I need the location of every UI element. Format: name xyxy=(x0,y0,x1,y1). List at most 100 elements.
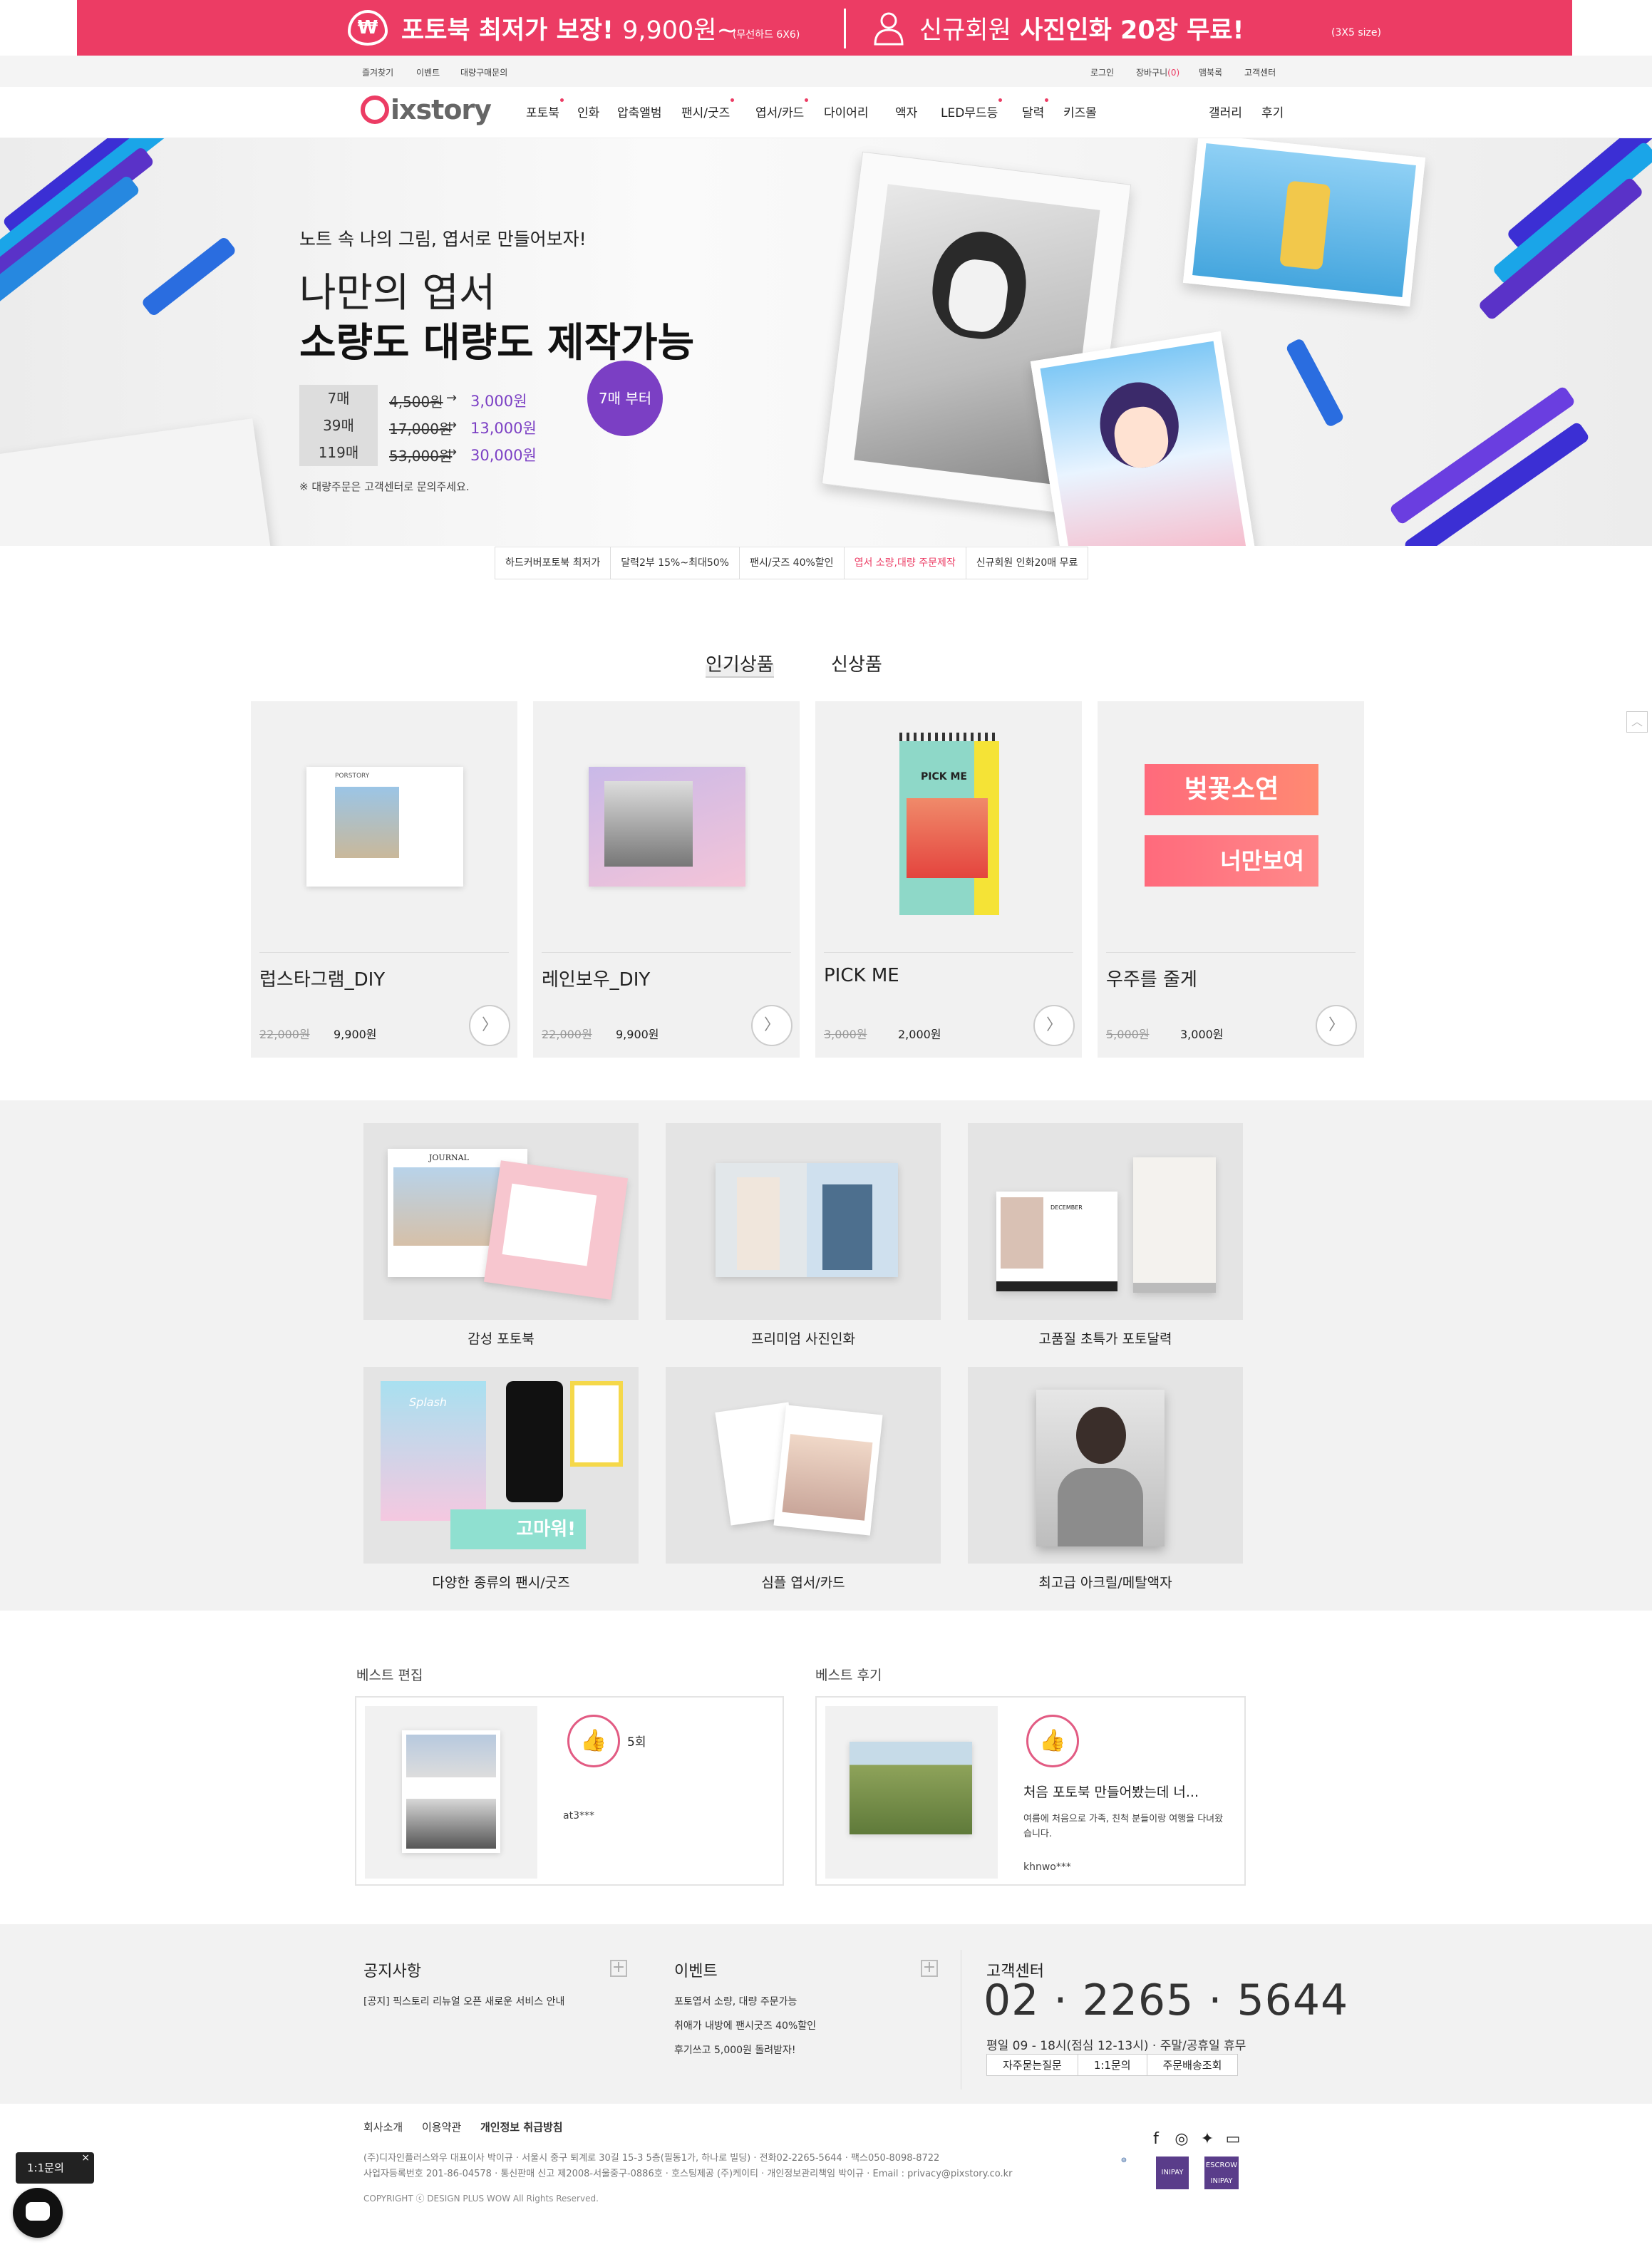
chat-label[interactable]: 1:1문의 × xyxy=(16,2152,94,2184)
blog-icon[interactable]: ▭ xyxy=(1224,2131,1241,2148)
facebook-icon[interactable]: f xyxy=(1147,2131,1165,2148)
notice-item[interactable]: [공지] 픽스토리 리뉴얼 오픈 새로운 서비스 안내 xyxy=(363,1994,627,2008)
nav-postcard[interactable]: 엽서/카드 xyxy=(755,98,809,120)
nav-diary[interactable]: 다이어리 xyxy=(824,103,869,120)
cart-link[interactable]: 장바구니(0) xyxy=(1136,66,1179,78)
site-logo[interactable]: ixstory xyxy=(361,94,492,126)
product-price: 9,900원 xyxy=(334,1028,377,1041)
promo-chip-active[interactable]: 엽서 소량,대량 주문제작 xyxy=(844,547,966,579)
chat-button[interactable] xyxy=(13,2188,63,2238)
footer-link-privacy[interactable]: 개인정보 취급방침 xyxy=(480,2121,579,2134)
top-promo-banner[interactable]: ₩ 포토북 최저가 보장! 9,900원~ (무선하드 6X6) 신규회원 사진… xyxy=(77,0,1572,56)
product-card[interactable]: 레인보우_DIY 22,000원 9,900원 〉 xyxy=(533,701,800,1058)
product-old-price: 3,000원 xyxy=(824,1028,867,1041)
category-card[interactable]: 최고급 아크릴/메탈액자 xyxy=(968,1367,1243,1591)
arrow-icon: → xyxy=(446,391,458,406)
category-card[interactable]: JOURNAL 감성 포토북 xyxy=(363,1123,639,1348)
product-name: 레인보우_DIY xyxy=(542,969,651,991)
hero-title-line1: 나만의 엽서 xyxy=(299,270,496,316)
product-price: 2,000원 xyxy=(898,1028,941,1041)
sitemap-link[interactable]: 맴북록 xyxy=(1199,66,1222,78)
plus-icon[interactable]: + xyxy=(921,1960,938,1977)
hero-subtitle: 노트 속 나의 그림, 엽서로 만들어보자! xyxy=(299,229,587,249)
nav-calendar[interactable]: 달력 xyxy=(1022,98,1049,120)
faq-button[interactable]: 자주묻는질문 xyxy=(986,2054,1078,2076)
category-card[interactable]: 심플 엽서/카드 xyxy=(666,1367,941,1591)
nav-album[interactable]: 압축앨범 xyxy=(617,103,662,120)
inquiry-button[interactable]: 1:1문의 xyxy=(1077,2054,1147,2076)
nav-gallery[interactable]: 갤러리 xyxy=(1209,103,1242,120)
hero-banner[interactable]: 노트 속 나의 그림, 엽서로 만들어보자! 나만의 엽서 소량도 대량도 제작… xyxy=(0,138,1652,546)
product-name: 럽스타그램_DIY xyxy=(259,969,386,991)
thumbs-up-icon[interactable]: 👍 xyxy=(567,1715,620,1767)
nav-fancy[interactable]: 팬시/굿즈 xyxy=(681,98,735,120)
promo-chip[interactable]: 달력2부 15%~최대50% xyxy=(611,547,740,579)
banner-divider xyxy=(844,9,846,48)
bulk-order-link[interactable]: 대량구매문의 xyxy=(460,66,507,78)
close-icon[interactable]: × xyxy=(81,2142,90,2174)
category-image xyxy=(968,1367,1243,1564)
hero-badge: 7매 부터 xyxy=(587,361,663,436)
footer-link-terms[interactable]: 이용약관 xyxy=(422,2121,477,2134)
customer-center-link[interactable]: 고객센터 xyxy=(1244,66,1276,78)
cart-count: (0) xyxy=(1167,68,1180,78)
promo-chip[interactable]: 신규회원 인화20매 무료 xyxy=(966,547,1088,579)
product-card[interactable]: PORSTORY 럽스타그램_DIY 22,000원 9,900원 〉 xyxy=(251,701,517,1058)
chevron-right-icon[interactable]: 〉 xyxy=(1316,1005,1357,1046)
customer-center-buttons: 자주묻는질문 1:1문의 주문배송조회 xyxy=(986,2054,1239,2076)
crayon-decoration xyxy=(140,235,237,318)
new-dot-icon xyxy=(559,98,564,102)
instagram-icon[interactable]: ◎ xyxy=(1173,2131,1190,2148)
event-item[interactable]: 포토엽서 소량, 대량 주문가능 xyxy=(674,1994,938,2008)
favorite-link[interactable]: 즐겨찾기 xyxy=(362,66,393,78)
order-track-button[interactable]: 주문배송조회 xyxy=(1146,2054,1239,2076)
notice-title: 공지사항 xyxy=(363,1963,421,1980)
sketch-paper-image xyxy=(0,418,272,546)
nav-photobook[interactable]: 포토북 xyxy=(526,98,564,120)
city-postcard-image xyxy=(1182,138,1426,307)
nav-kids[interactable]: 키즈몰 xyxy=(1063,103,1097,120)
thumbs-up-icon[interactable]: 👍 xyxy=(1026,1715,1079,1767)
nav-led[interactable]: LED무드등 xyxy=(941,98,1003,120)
category-card[interactable]: DECEMBER 고품질 초특가 포토달력 xyxy=(968,1123,1243,1348)
login-link[interactable]: 로그인 xyxy=(1090,66,1114,78)
best-edit-user: at3*** xyxy=(563,1810,594,1822)
event-item[interactable]: 후기쓰고 5,000원 돌려받자! xyxy=(674,2042,938,2057)
chevron-right-icon[interactable]: 〉 xyxy=(751,1005,793,1046)
scroll-top-icon[interactable]: ︿ xyxy=(1626,711,1648,733)
notice-panel: 공지사항 + [공지] 픽스토리 리뉴얼 오픈 새로운 서비스 안내 xyxy=(363,1958,627,2008)
category-card[interactable]: 프리미엄 사진인화 xyxy=(666,1123,941,1348)
tab-popular[interactable]: 인기상품 xyxy=(706,650,774,678)
event-item[interactable]: 취애가 내방에 팬시굿즈 40%할인 xyxy=(674,2018,938,2033)
product-price: 9,900원 xyxy=(616,1028,659,1041)
category-image-text: 고마워! xyxy=(450,1509,586,1549)
chevron-right-icon[interactable]: 〉 xyxy=(1033,1005,1075,1046)
nav-print[interactable]: 인화 xyxy=(577,103,599,120)
category-card[interactable]: Splash 고마워! 다양한 종류의 팬시/굿즈 xyxy=(363,1367,639,1591)
nav-frame[interactable]: 액자 xyxy=(895,103,917,120)
twitter-icon[interactable]: ✦ xyxy=(1199,2131,1216,2148)
best-review-card[interactable]: 👍 처음 포토북 만들어봤는데 너... 여름에 처음으로 가족, 친척 분들이… xyxy=(815,1696,1246,1886)
plus-icon[interactable]: + xyxy=(610,1960,627,1977)
product-image: 벚꽃소연 너만보여 xyxy=(1098,701,1364,952)
price-new: 13,000원 xyxy=(470,420,537,437)
promo-chip[interactable]: 하드커버포토북 최저가 xyxy=(495,547,611,579)
promo-chip[interactable]: 팬시/굿즈 40%할인 xyxy=(739,547,845,579)
product-card[interactable]: PICK ME PICK ME 3,000원 2,000원 〉 xyxy=(815,701,1082,1058)
chevron-right-icon[interactable]: 〉 xyxy=(469,1005,510,1046)
main-nav: ixstory 포토북 인화 압축앨범 팬시/굿즈 엽서/카드 다이어리 액자 … xyxy=(0,87,1652,138)
tab-new[interactable]: 신상품 xyxy=(831,650,882,676)
member-promo-note: (3X5 size) xyxy=(1331,27,1381,38)
hero-price-table: 7매 4,500원 → 3,000원 39매 17,000원 → 13,000원 119매 5… xyxy=(299,385,556,466)
product-card[interactable]: 벚꽃소연 너만보여 우주를 줄게 5,000원 3,000원 〉 xyxy=(1098,701,1364,1058)
price-row: 7매 4,500원 → 3,000원 xyxy=(299,385,556,412)
product-name: 우주를 줄게 xyxy=(1106,969,1197,991)
customer-center-hours: 평일 09 - 18시(점심 12-13시) · 주말/공휴일 휴무 xyxy=(986,2039,1246,2053)
divider xyxy=(1106,952,1356,953)
best-edit-card[interactable]: 👍 5회 at3*** xyxy=(355,1696,784,1886)
footer-link-about[interactable]: 회사소개 xyxy=(363,2121,418,2134)
nav-review[interactable]: 후기 xyxy=(1261,103,1284,120)
event-link[interactable]: 이벤트 xyxy=(416,66,440,78)
category-image: Splash 고마워! xyxy=(363,1367,639,1564)
hero-title-line2: 소량도 대량도 제작가능 xyxy=(299,320,695,366)
